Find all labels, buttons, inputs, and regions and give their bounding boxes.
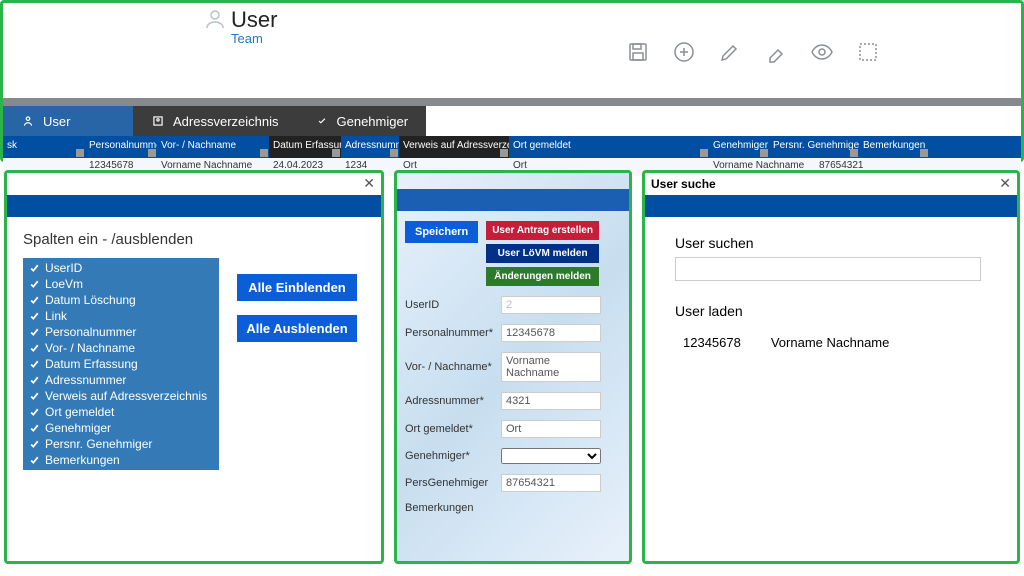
chk[interactable] [29,311,40,322]
chk[interactable] [29,343,40,354]
result-id: 12345678 [683,335,741,350]
chk[interactable] [29,439,40,450]
col-h[interactable]: Adressnummer [341,136,399,158]
save-floppy-icon[interactable] [625,39,651,65]
add-icon[interactable] [671,39,697,65]
chk[interactable] [29,423,40,434]
pg-field[interactable]: 87654321 [501,474,601,492]
adr-field[interactable]: 4321 [501,392,601,410]
chk-item[interactable]: Bemerkungen [23,452,219,468]
chk[interactable] [29,327,40,338]
pg-label: PersGenehmiger [405,477,501,489]
chk[interactable] [29,263,40,274]
pnr-field[interactable]: 12345678 [501,324,601,342]
chk[interactable] [29,279,40,290]
col-h[interactable]: Ort gemeldet [509,136,709,158]
changes-button[interactable]: Änderungen melden [486,267,599,286]
col-h[interactable]: Personalnummer [85,136,157,158]
tab-user[interactable]: User [3,106,133,136]
col-h[interactable]: Verweis auf Adressverzeichnis [399,136,509,158]
search-panel: User suche ✕ User suchen User laden 1234… [642,170,1020,564]
chk-item[interactable]: Link [23,308,219,324]
tab-addr-label: Adressverzeichnis [173,114,279,129]
col-h[interactable]: Vor- / Nachname [157,136,269,158]
chk-item[interactable]: Datum Löschung [23,292,219,308]
tabs-row: User Adressverzeichnis Genehmiger [3,106,1021,136]
chk-item[interactable]: Personalnummer [23,324,219,340]
show-all-button[interactable]: Alle Einblenden [237,274,357,301]
loevm-button[interactable]: User LöVM melden [486,244,599,263]
chk-item[interactable]: Datum Erfassung [23,356,219,372]
col-h[interactable]: Bemerkungen [859,136,929,158]
bem-label: Bemerkungen [405,502,501,514]
table-header: sk Personalnummer Vor- / Nachname Datum … [3,136,1021,158]
userid-label: UserID [405,299,501,311]
settings-sheet-icon[interactable] [855,39,881,65]
tab-user-label: User [43,114,70,129]
erase-icon[interactable] [763,39,789,65]
name-label: Vor- / Nachname* [405,361,501,373]
panel-header-bar [397,189,629,211]
userid-field: 2 [501,296,601,314]
col-h[interactable]: sk [3,136,85,158]
chk-item[interactable]: Vor- / Nachname [23,340,219,356]
ort-label: Ort gemeldet* [405,423,501,435]
chk-item[interactable]: Ort gemeldet [23,404,219,420]
chk[interactable] [29,295,40,306]
save-button[interactable]: Speichern [405,221,478,243]
divider-bar [3,98,1021,106]
chk-item[interactable]: Persnr. Genehmiger [23,436,219,452]
search-panel-title: User suche [651,177,716,191]
hide-all-button[interactable]: Alle Ausblenden [237,315,357,342]
panel-header-bar [7,195,381,217]
tab-adressverzeichnis[interactable]: Adressverzeichnis [133,106,297,136]
result-row[interactable]: 12345678 Vorname Nachname [675,325,997,350]
chk-item[interactable]: Verweis auf Adressverzeichnis [23,388,219,404]
create-request-button[interactable]: User Antrag erstellen [486,221,599,240]
chk-item[interactable]: Genehmiger [23,420,219,436]
top-panel: User Team User Adressverzeichnis Genehmi… [0,0,1024,162]
search-input[interactable] [675,257,981,281]
col-h[interactable]: Genehmiger [709,136,769,158]
result-name: Vorname Nachname [771,335,890,350]
chk-item[interactable]: Adressnummer [23,372,219,388]
tab-gen-label: Genehmiger [337,114,409,129]
gen-label: Genehmiger* [405,450,501,462]
chk[interactable] [29,375,40,386]
column-checklist: UserID LoeVm Datum Löschung Link Persona… [23,258,219,470]
chk[interactable] [29,455,40,466]
col-h[interactable]: Datum Erfassung [269,136,341,158]
edit-pencil-icon[interactable] [717,39,743,65]
toolbar [625,39,881,65]
chk[interactable] [29,391,40,402]
chk[interactable] [29,407,40,418]
name-field[interactable]: Vorname Nachname [501,352,601,382]
gen-select[interactable] [501,448,601,464]
columns-panel: ✕ Spalten ein - /ausblenden UserID LoeVm… [4,170,384,564]
close-icon[interactable]: ✕ [363,175,375,192]
tab-genehmiger[interactable]: Genehmiger [297,106,427,136]
ort-field[interactable]: Ort [501,420,601,438]
user-avatar-icon [203,7,227,34]
load-label: User laden [675,303,997,319]
search-label: User suchen [675,235,997,251]
view-eye-icon[interactable] [809,39,835,65]
form-panel: Speichern User Antrag erstellen User LöV… [394,170,632,564]
close-icon[interactable]: ✕ [999,175,1011,192]
chk-item[interactable]: UserID [23,260,219,276]
chk[interactable] [29,359,40,370]
col-h[interactable]: Persnr. Genehmiger [769,136,859,158]
adr-label: Adressnummer* [405,395,501,407]
pnr-label: Personalnummer* [405,327,501,339]
columns-panel-title: Spalten ein - /ausblenden [7,217,381,258]
chk-item[interactable]: LoeVm [23,276,219,292]
panel-header-bar [645,195,1017,217]
